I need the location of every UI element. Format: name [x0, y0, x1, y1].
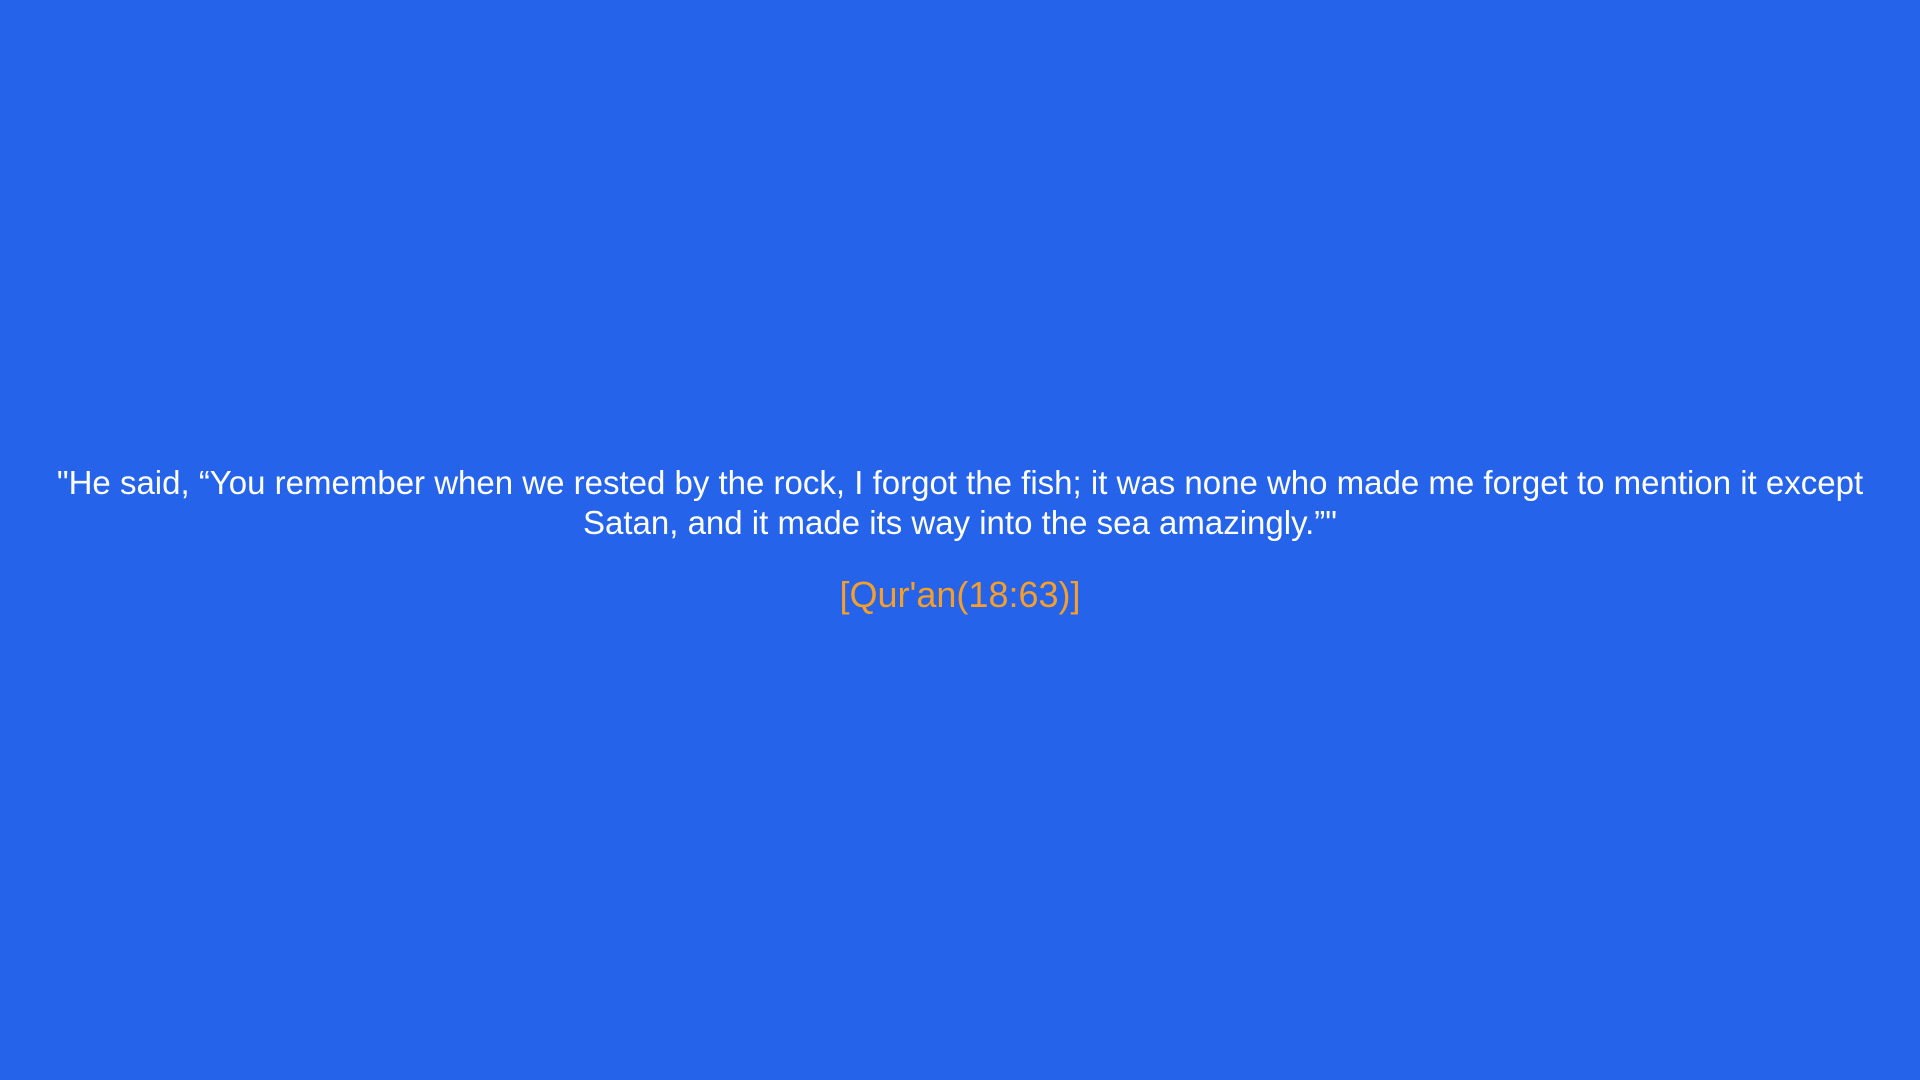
quote-block: "He said, “You remember when we rested b…: [20, 463, 1900, 617]
quote-source: [Qur'an(18:63)]: [839, 574, 1081, 615]
quote-screen: "He said, “You remember when we rested b…: [0, 0, 1920, 1080]
quote-text: "He said, “You remember when we rested b…: [56, 464, 1864, 541]
